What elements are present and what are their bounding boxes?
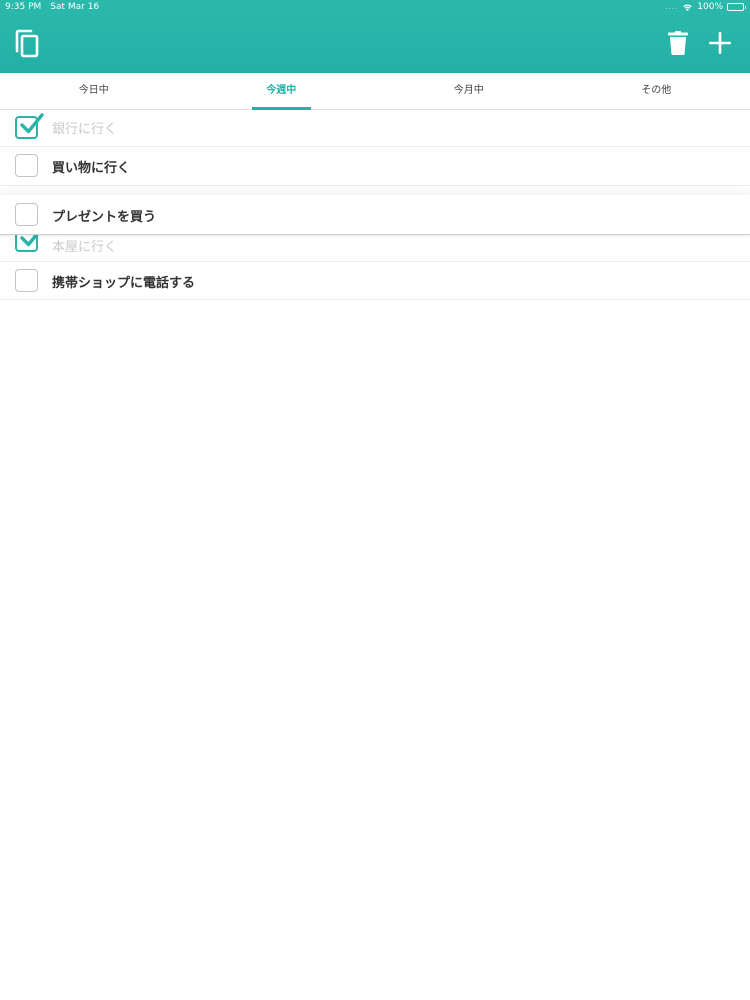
task-label: 本屋に行く <box>52 240 118 255</box>
status-bar: 9:35 PM Sat Mar 16 .... 100% <box>0 0 750 14</box>
add-button[interactable] <box>703 26 737 60</box>
tab-other[interactable]: その他 <box>563 73 750 109</box>
task-row[interactable]: 本屋に行く <box>0 226 750 262</box>
tab-label: 今日中 <box>78 85 109 96</box>
tab-this-month[interactable]: 今月中 <box>375 73 563 109</box>
status-time: 9:35 PM <box>5 2 42 12</box>
status-left: 9:35 PM Sat Mar 16 <box>5 0 108 14</box>
task-label: プレゼントを買う <box>52 210 157 225</box>
signal-icon: .... <box>665 3 679 11</box>
task-row[interactable]: 携帯ショップに電話する <box>0 262 750 300</box>
task-label: 携帯ショップに電話する <box>52 276 196 291</box>
task-label: 買い物に行く <box>52 161 131 176</box>
task-checkbox[interactable] <box>15 113 44 139</box>
task-checkbox[interactable] <box>15 154 38 177</box>
battery-icon <box>727 3 746 11</box>
status-right: .... 100% <box>665 0 746 14</box>
tab-label: 今週中 <box>266 85 297 96</box>
plus-icon <box>709 32 731 54</box>
copy-icon <box>15 29 39 58</box>
app-header: 9:35 PM Sat Mar 16 .... 100% <box>0 0 750 73</box>
task-checkbox[interactable] <box>15 203 38 226</box>
period-tabs: 今日中 今週中 今月中 その他 <box>0 73 750 110</box>
trash-icon <box>668 31 688 55</box>
checkmark-icon <box>20 113 44 134</box>
battery-percent: 100% <box>697 2 723 12</box>
status-date: Sat Mar 16 <box>50 2 100 12</box>
tab-label: その他 <box>641 85 672 96</box>
task-label: 銀行に行く <box>52 122 118 137</box>
copy-button[interactable] <box>10 26 44 62</box>
task-row[interactable]: 買い物に行く <box>0 147 750 186</box>
task-row[interactable]: 銀行に行く <box>0 110 750 147</box>
dragging-task-row[interactable]: プレゼントを買う <box>0 195 750 235</box>
delete-button[interactable] <box>662 26 694 60</box>
task-checkbox[interactable] <box>15 269 38 292</box>
tab-today[interactable]: 今日中 <box>0 73 188 109</box>
tab-label: 今月中 <box>453 85 484 96</box>
tab-this-week[interactable]: 今週中 <box>188 73 376 110</box>
wifi-icon <box>683 4 693 11</box>
